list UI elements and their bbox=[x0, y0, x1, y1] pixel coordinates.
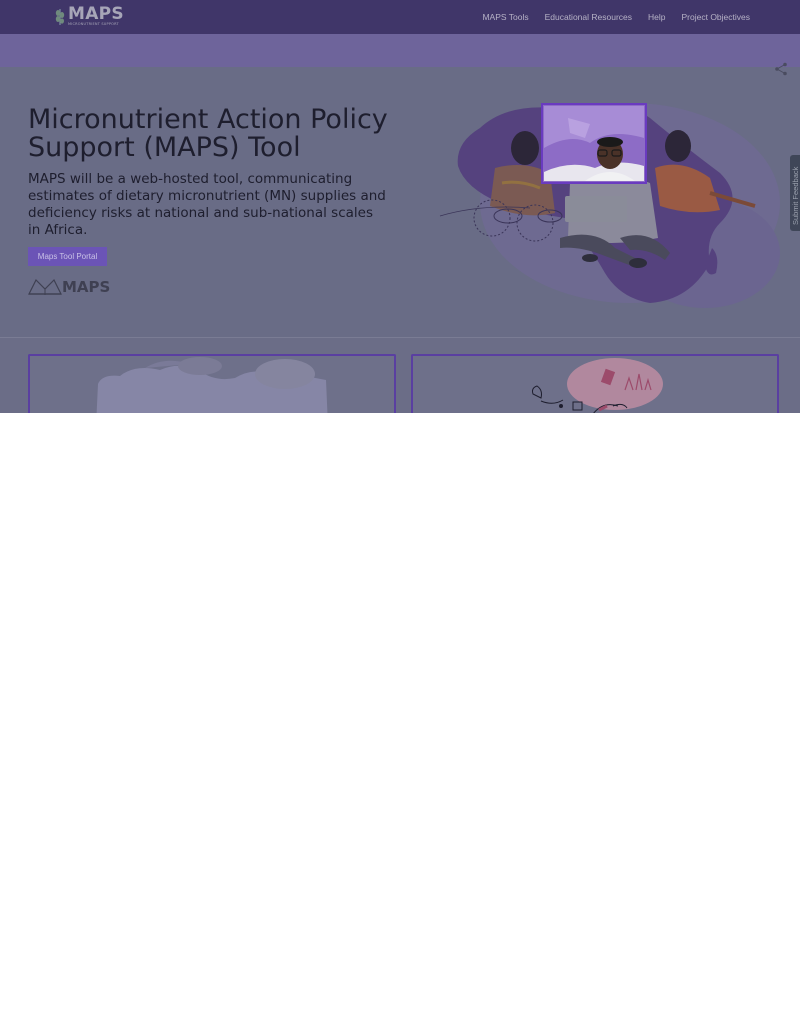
submit-feedback-label: Submit Feedback bbox=[791, 166, 800, 225]
sub-header-bar bbox=[0, 34, 800, 68]
logo-subtext: MICRONUTRIENT SUPPORT bbox=[68, 22, 119, 26]
feature-card-left[interactable] bbox=[28, 354, 396, 413]
feature-card-right[interactable] bbox=[411, 354, 779, 413]
card-right-illustration bbox=[532, 358, 663, 413]
nav-project-objectives[interactable]: Project Objectives bbox=[682, 12, 751, 22]
partner-logo: MAPS bbox=[28, 277, 112, 297]
logo-text: MAPS bbox=[68, 4, 124, 24]
hero-description: MAPS will be a web-hosted tool, communic… bbox=[28, 171, 386, 238]
share-icon[interactable] bbox=[774, 62, 788, 76]
maps-logo-icon bbox=[55, 9, 65, 25]
top-nav-bar: MAPS MICRONUTRIENT SUPPORT MAPS Tools Ed… bbox=[0, 0, 800, 34]
nav-maps-tools[interactable]: MAPS Tools bbox=[482, 12, 528, 22]
nav-help[interactable]: Help bbox=[648, 12, 665, 22]
book-logo-icon bbox=[28, 278, 62, 295]
page: MAPS MICRONUTRIENT SUPPORT MAPS Tools Ed… bbox=[0, 0, 800, 413]
hero-illustration bbox=[439, 103, 780, 308]
submit-feedback-tab[interactable]: Submit Feedback bbox=[790, 155, 800, 231]
maps-tool-portal-button[interactable]: Maps Tool Portal bbox=[28, 247, 107, 266]
site-logo[interactable]: MAPS MICRONUTRIENT SUPPORT bbox=[54, 4, 128, 28]
page-title: Micronutrient Action Policy Support (MAP… bbox=[28, 104, 388, 163]
partner-logo-text: MAPS bbox=[62, 278, 111, 296]
main-nav: MAPS Tools Educational Resources Help Pr… bbox=[482, 12, 750, 22]
nav-educational-resources[interactable]: Educational Resources bbox=[545, 12, 632, 22]
card-left-illustration bbox=[96, 357, 328, 413]
